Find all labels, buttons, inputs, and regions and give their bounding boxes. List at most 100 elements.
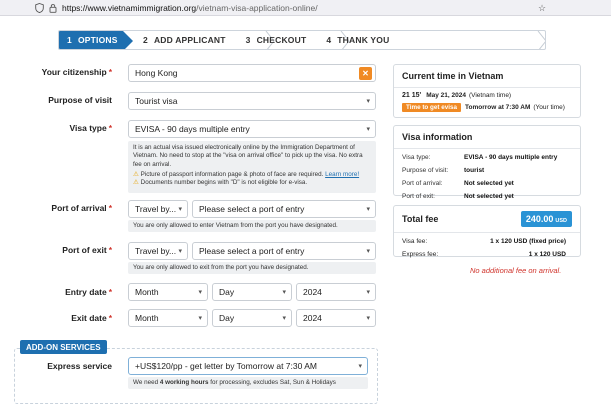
chevron-down-icon: ▾: [198, 289, 202, 296]
step-number: 1: [67, 35, 72, 45]
card-title: Visa information: [394, 126, 580, 149]
exit-day-select[interactable]: Day ▾: [212, 309, 292, 327]
addon-services-tab: ADD-ON SERVICES: [20, 340, 107, 354]
express-note-bold: 4 working hours: [159, 379, 209, 386]
label-text: Visa type: [69, 123, 107, 133]
required-mark: *: [108, 287, 112, 297]
arrival-travel-select[interactable]: Travel by... ▾: [128, 200, 188, 218]
fee-title: Total fee: [402, 214, 439, 224]
chevron-down-icon: ▾: [282, 315, 286, 322]
exit-travel-select[interactable]: Travel by... ▾: [128, 242, 188, 260]
exit-method-value: Travel by...: [135, 246, 177, 256]
label-text: Your citizenship: [41, 67, 107, 77]
info-key: Port of exit:: [402, 193, 435, 200]
lock-icon[interactable]: [48, 3, 58, 13]
info-key: Port of arrival:: [402, 180, 443, 187]
info-row: Visa type: EVISA - 90 days multiple entry: [394, 151, 580, 164]
fee-value: 1 x 120 USD: [528, 251, 566, 258]
exit-note-text: You are only allowed to exit from the po…: [133, 264, 309, 271]
time-to-get-badge: Time to get evisa: [402, 103, 461, 112]
step-number: 3: [245, 35, 251, 45]
visa-note-text: It is an actual visa issued electronical…: [133, 144, 363, 168]
info-key: Visa type:: [402, 154, 431, 161]
step-thank-you[interactable]: 4 THANK YOU: [326, 31, 389, 49]
vietnam-time-card: Current time in Vietnam 21 15' May 21, 2…: [393, 64, 581, 118]
info-value: EVISA - 90 days multiple entry: [464, 154, 558, 161]
evisa-time: Tomorrow at 7:30 AM: [464, 104, 531, 111]
exit-port-select[interactable]: Please select a port of entry ▾: [192, 242, 376, 260]
step-options[interactable]: 1 OPTIONS: [59, 31, 133, 49]
url-host: https://www.vietnamimmigration.org: [62, 2, 197, 13]
step-add-applicant[interactable]: 2 ADD APPLICANT: [143, 31, 226, 49]
shield-icon[interactable]: [34, 2, 44, 13]
step-label: CHECKOUT: [256, 35, 307, 45]
required-mark: *: [108, 203, 112, 213]
label-text: Exit date: [71, 313, 107, 323]
citizenship-field[interactable]: Hong Kong ✕: [128, 64, 376, 82]
express-service-select[interactable]: +US$120/pp - get letter by Tomorrow at 7…: [128, 357, 368, 375]
url-path: /vietnam-visa-application-online/: [196, 2, 318, 13]
step-label: THANK YOU: [337, 35, 390, 45]
label-text: Entry date: [65, 287, 107, 297]
total-amount: 240.00: [525, 214, 554, 224]
arrival-label: Port of arrival *: [2, 203, 112, 213]
label-text: Port of arrival: [51, 203, 107, 213]
chevron-down-icon: ▾: [198, 315, 202, 322]
visa-type-label: Visa type *: [2, 123, 112, 133]
arrival-method-value: Travel by...: [135, 204, 177, 214]
step-checkout[interactable]: 3 CHECKOUT: [246, 31, 307, 49]
exit-month-select[interactable]: Month ▾: [128, 309, 208, 327]
arrival-port-select[interactable]: Please select a port of entry ▾: [192, 200, 376, 218]
info-value: Not selected yet: [464, 180, 514, 187]
bookmark-star-icon[interactable]: ☆: [537, 3, 547, 13]
info-value: tourist: [464, 167, 485, 174]
citizenship-value: Hong Kong: [135, 68, 178, 78]
visa-note-text: Picture of passport information page & p…: [140, 170, 326, 178]
clear-citizenship-button[interactable]: ✕: [359, 67, 372, 80]
express-value: +US$120/pp - get letter by Tomorrow at 7…: [135, 361, 317, 371]
step-number: 4: [326, 35, 332, 45]
chevron-down-icon: ▾: [366, 126, 370, 133]
entry-date-label: Entry date *: [2, 287, 112, 297]
express-note-text: We need: [133, 379, 160, 386]
vietnam-tz: (Vietnam time): [468, 92, 512, 99]
addon-tab-text: ADD-ON SERVICES: [26, 342, 101, 352]
label-text: Port of exit: [62, 245, 107, 255]
express-note: We need 4 working hours for processing, …: [128, 377, 368, 389]
vietnam-clock: 21 15': [402, 92, 422, 99]
express-label: Express service: [2, 361, 112, 371]
entry-month-value: Month: [135, 287, 159, 297]
info-value: Not selected yet: [464, 193, 514, 200]
required-mark: *: [108, 67, 112, 77]
chevron-down-icon: ▾: [282, 289, 286, 296]
info-row: Purpose of visit: tourist: [394, 164, 580, 177]
no-additional-fee-note: No additional fee on arrival.: [470, 266, 562, 275]
entry-year-select[interactable]: 2024 ▾: [296, 283, 376, 301]
warning-icon: ⚠: [133, 170, 139, 178]
learn-more-link[interactable]: Learn more!: [325, 171, 359, 178]
fee-key: Visa fee:: [402, 238, 428, 245]
fee-key: Express fee:: [402, 251, 439, 258]
browser-toolbar: https://www.vietnamimmigration.org/vietn…: [0, 0, 611, 16]
exit-note: You are only allowed to exit from the po…: [128, 262, 376, 274]
chevron-down-icon: ▾: [358, 363, 362, 370]
visa-note-text: Documents number begins with "D" is not …: [140, 179, 308, 187]
info-row: Port of exit: Not selected yet: [394, 190, 580, 203]
chevron-down-icon: ▾: [366, 289, 370, 296]
entry-day-select[interactable]: Day ▾: [212, 283, 292, 301]
visa-type-value: EVISA - 90 days multiple entry: [135, 124, 250, 134]
step-separator-icon: [537, 31, 545, 49]
visa-info-card: Visa information Visa type: EVISA - 90 da…: [393, 125, 581, 200]
info-key: Purpose of visit:: [402, 167, 449, 174]
purpose-select[interactable]: Tourist visa ▾: [128, 92, 376, 110]
visa-type-select[interactable]: EVISA - 90 days multiple entry ▾: [128, 120, 376, 138]
chevron-down-icon: ▾: [366, 98, 370, 105]
required-mark: *: [108, 245, 112, 255]
address-bar[interactable]: https://www.vietnamimmigration.org/vietn…: [62, 3, 318, 13]
exit-month-value: Month: [135, 313, 159, 323]
warning-icon: ⚠: [133, 179, 139, 187]
exit-year-select[interactable]: 2024 ▾: [296, 309, 376, 327]
entry-month-select[interactable]: Month ▾: [128, 283, 208, 301]
step-label: OPTIONS: [77, 35, 118, 45]
required-mark: *: [108, 123, 112, 133]
